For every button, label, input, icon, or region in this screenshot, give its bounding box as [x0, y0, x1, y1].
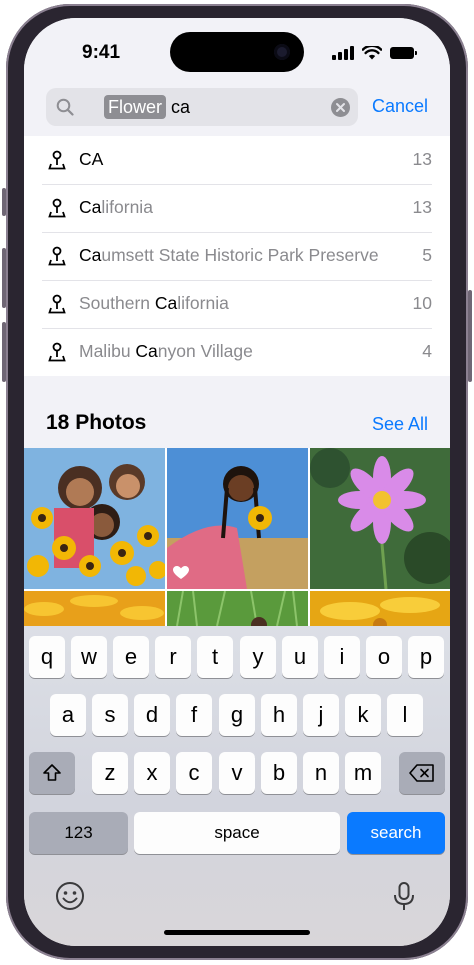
- key-q[interactable]: q: [29, 636, 65, 678]
- photo-grid: [24, 448, 450, 626]
- photo-thumbnail[interactable]: [167, 591, 308, 626]
- screen: 9:41 Flower ca Cancel CA 13 California 1…: [24, 18, 450, 946]
- cancel-button[interactable]: Cancel: [372, 96, 428, 117]
- shift-key[interactable]: [29, 752, 75, 794]
- key-w[interactable]: w: [71, 636, 107, 678]
- suggestion-label: Malibu Canyon Village: [79, 341, 253, 361]
- suggestion-count: 13: [412, 149, 432, 169]
- photo-thumbnail[interactable]: [167, 448, 308, 589]
- shift-arrow-icon: [43, 764, 61, 781]
- keyboard: q w e r t y u i o p a s d f g h j k l z …: [24, 626, 450, 946]
- search-query-text: ca: [171, 97, 191, 117]
- see-all-button[interactable]: See All: [372, 414, 428, 435]
- key-m[interactable]: m: [345, 752, 381, 794]
- microphone-icon[interactable]: [388, 880, 420, 912]
- suggestion-row[interactable]: California 13: [42, 184, 432, 233]
- search-suggestions: CA 13 California 13 Caumsett State Histo…: [24, 136, 450, 376]
- photos-count-title: 18 Photos: [46, 411, 147, 434]
- cellular-signal-icon: [332, 46, 354, 60]
- suggestion-row[interactable]: Southern California 10: [42, 280, 432, 329]
- key-g[interactable]: g: [219, 694, 255, 736]
- clear-search-button[interactable]: [331, 98, 350, 117]
- key-p[interactable]: p: [408, 636, 444, 678]
- battery-icon: [390, 47, 417, 59]
- location-pin-icon: [48, 150, 66, 170]
- volume-down-button: [2, 322, 6, 382]
- status-time: 9:41: [82, 42, 121, 63]
- location-pin-icon: [48, 246, 66, 266]
- numbers-key[interactable]: 123: [29, 812, 128, 854]
- emoji-icon[interactable]: [54, 880, 86, 912]
- key-r[interactable]: r: [155, 636, 191, 678]
- space-key[interactable]: space: [134, 812, 340, 854]
- volume-up-button: [2, 248, 6, 308]
- action-button: [2, 188, 6, 216]
- location-pin-icon: [48, 342, 66, 362]
- key-z[interactable]: z: [92, 752, 128, 794]
- suggestion-label: California: [79, 197, 153, 217]
- search-key[interactable]: search: [347, 812, 445, 854]
- photo-thumbnail[interactable]: [310, 448, 450, 589]
- home-indicator[interactable]: [164, 930, 310, 935]
- delete-key[interactable]: [399, 752, 445, 794]
- suggestion-label: CA: [79, 149, 104, 169]
- dynamic-island: [170, 32, 304, 72]
- photo-thumbnail[interactable]: [24, 448, 165, 589]
- suggestion-row[interactable]: Caumsett State Historic Park Preserve 5: [42, 232, 432, 281]
- key-y[interactable]: y: [240, 636, 276, 678]
- wifi-icon: [362, 46, 382, 60]
- key-x[interactable]: x: [134, 752, 170, 794]
- key-l[interactable]: l: [387, 694, 423, 736]
- status-icons: [324, 46, 417, 60]
- clear-x-icon: [336, 103, 345, 112]
- key-i[interactable]: i: [324, 636, 360, 678]
- key-j[interactable]: j: [303, 694, 339, 736]
- photos-section-header: 18 Photos See All: [24, 376, 450, 448]
- key-d[interactable]: d: [134, 694, 170, 736]
- key-u[interactable]: u: [282, 636, 318, 678]
- camera-icon: [274, 44, 290, 60]
- key-a[interactable]: a: [50, 694, 86, 736]
- key-b[interactable]: b: [261, 752, 297, 794]
- key-v[interactable]: v: [219, 752, 255, 794]
- suggestion-count: 5: [422, 245, 432, 265]
- power-button: [468, 290, 472, 382]
- photo-thumbnail[interactable]: [24, 591, 165, 626]
- key-o[interactable]: o: [366, 636, 402, 678]
- suggestion-label: Southern California: [79, 293, 229, 313]
- photo-thumbnail[interactable]: [310, 591, 450, 626]
- key-c[interactable]: c: [176, 752, 212, 794]
- suggestion-row[interactable]: Malibu Canyon Village 4: [42, 328, 432, 376]
- suggestion-count: 4: [422, 341, 432, 361]
- suggestion-count: 13: [412, 197, 432, 217]
- search-icon: [56, 98, 74, 116]
- key-n[interactable]: n: [303, 752, 339, 794]
- suggestion-row[interactable]: CA 13: [42, 136, 432, 185]
- key-t[interactable]: t: [197, 636, 233, 678]
- key-e[interactable]: e: [113, 636, 149, 678]
- backspace-icon: [409, 764, 434, 782]
- search-token-flower[interactable]: Flower: [104, 95, 167, 119]
- key-h[interactable]: h: [261, 694, 297, 736]
- suggestion-count: 10: [412, 293, 432, 313]
- favorite-heart-icon: [173, 566, 189, 579]
- key-f[interactable]: f: [176, 694, 212, 736]
- key-s[interactable]: s: [92, 694, 128, 736]
- search-field[interactable]: Flower ca: [46, 88, 358, 126]
- search-bar-area: Flower ca Cancel: [24, 88, 450, 136]
- suggestion-label: Caumsett State Historic Park Preserve: [79, 245, 379, 265]
- status-bar: 9:41: [24, 18, 450, 88]
- location-pin-icon: [48, 294, 66, 314]
- key-k[interactable]: k: [345, 694, 381, 736]
- location-pin-icon: [48, 198, 66, 218]
